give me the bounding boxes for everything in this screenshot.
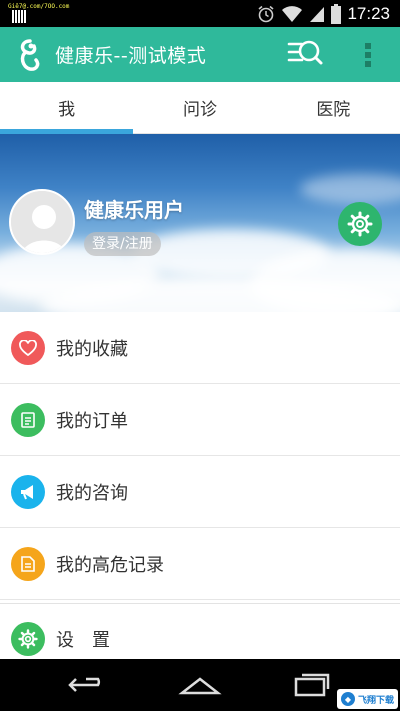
tab-bar: 我 问诊 医院 xyxy=(0,82,400,134)
status-bar: Giê7@.com/7OO.com 17:23 xyxy=(0,0,400,27)
cloud-decoration xyxy=(300,174,400,204)
app-title: 健康乐--测试模式 xyxy=(55,45,207,67)
watermark-logo: ◆ 飞翔下载 xyxy=(336,689,398,709)
barcode-notification-icon xyxy=(12,10,26,23)
menu-item-settings[interactable]: 设 置 xyxy=(0,603,400,659)
order-doc-icon xyxy=(11,402,45,437)
app-logo-icon xyxy=(20,39,40,71)
tab-consult[interactable]: 问诊 xyxy=(133,82,266,133)
username: 健康乐用户 xyxy=(84,198,184,222)
status-time: 17:23 xyxy=(347,4,390,23)
profile-settings-button[interactable] xyxy=(338,202,382,246)
menu-item-label: 我的订单 xyxy=(56,410,128,432)
recents-icon[interactable] xyxy=(290,671,334,699)
notification-text: Giê7@.com/7OO.com xyxy=(8,3,70,10)
settings-label: 设 置 xyxy=(56,630,110,651)
profile-banner: 健康乐用户 登录/注册 xyxy=(0,134,400,312)
megaphone-icon xyxy=(11,474,45,509)
menu-list: 我的收藏 我的订单 我的咨询 我的高危记录 xyxy=(0,312,400,600)
gear-icon xyxy=(347,211,373,237)
avatar[interactable] xyxy=(9,189,75,255)
menu-item-high-risk-records[interactable]: 我的高危记录 xyxy=(0,528,400,600)
menu-item-label: 我的高危记录 xyxy=(56,554,164,576)
tab-hospital[interactable]: 医院 xyxy=(267,82,400,133)
search-list-icon[interactable] xyxy=(286,36,324,72)
login-register-button[interactable]: 登录/注册 xyxy=(84,232,161,256)
battery-icon xyxy=(331,4,342,24)
tab-me[interactable]: 我 xyxy=(0,82,134,134)
heart-icon xyxy=(11,330,45,365)
signal-icon xyxy=(310,7,325,22)
more-vertical-icon[interactable] xyxy=(358,37,378,73)
watermark-badge-icon: ◆ xyxy=(340,692,355,706)
menu-item-label: 我的收藏 xyxy=(56,338,128,360)
menu-item-consultations[interactable]: 我的咨询 xyxy=(0,456,400,528)
watermark-text: 飞翔下载 xyxy=(357,695,394,706)
gear-icon xyxy=(11,622,45,656)
record-doc-icon xyxy=(11,546,45,581)
back-icon[interactable] xyxy=(66,671,110,699)
alarm-icon xyxy=(258,5,274,23)
app-bar: 健康乐--测试模式 xyxy=(0,27,400,82)
home-icon[interactable] xyxy=(178,671,222,699)
wifi-icon xyxy=(282,6,303,22)
menu-item-orders[interactable]: 我的订单 xyxy=(0,384,400,456)
menu-item-favorites[interactable]: 我的收藏 xyxy=(0,312,400,384)
system-nav-bar: ◆ 飞翔下载 xyxy=(0,659,400,711)
menu-item-label: 我的咨询 xyxy=(56,482,128,504)
